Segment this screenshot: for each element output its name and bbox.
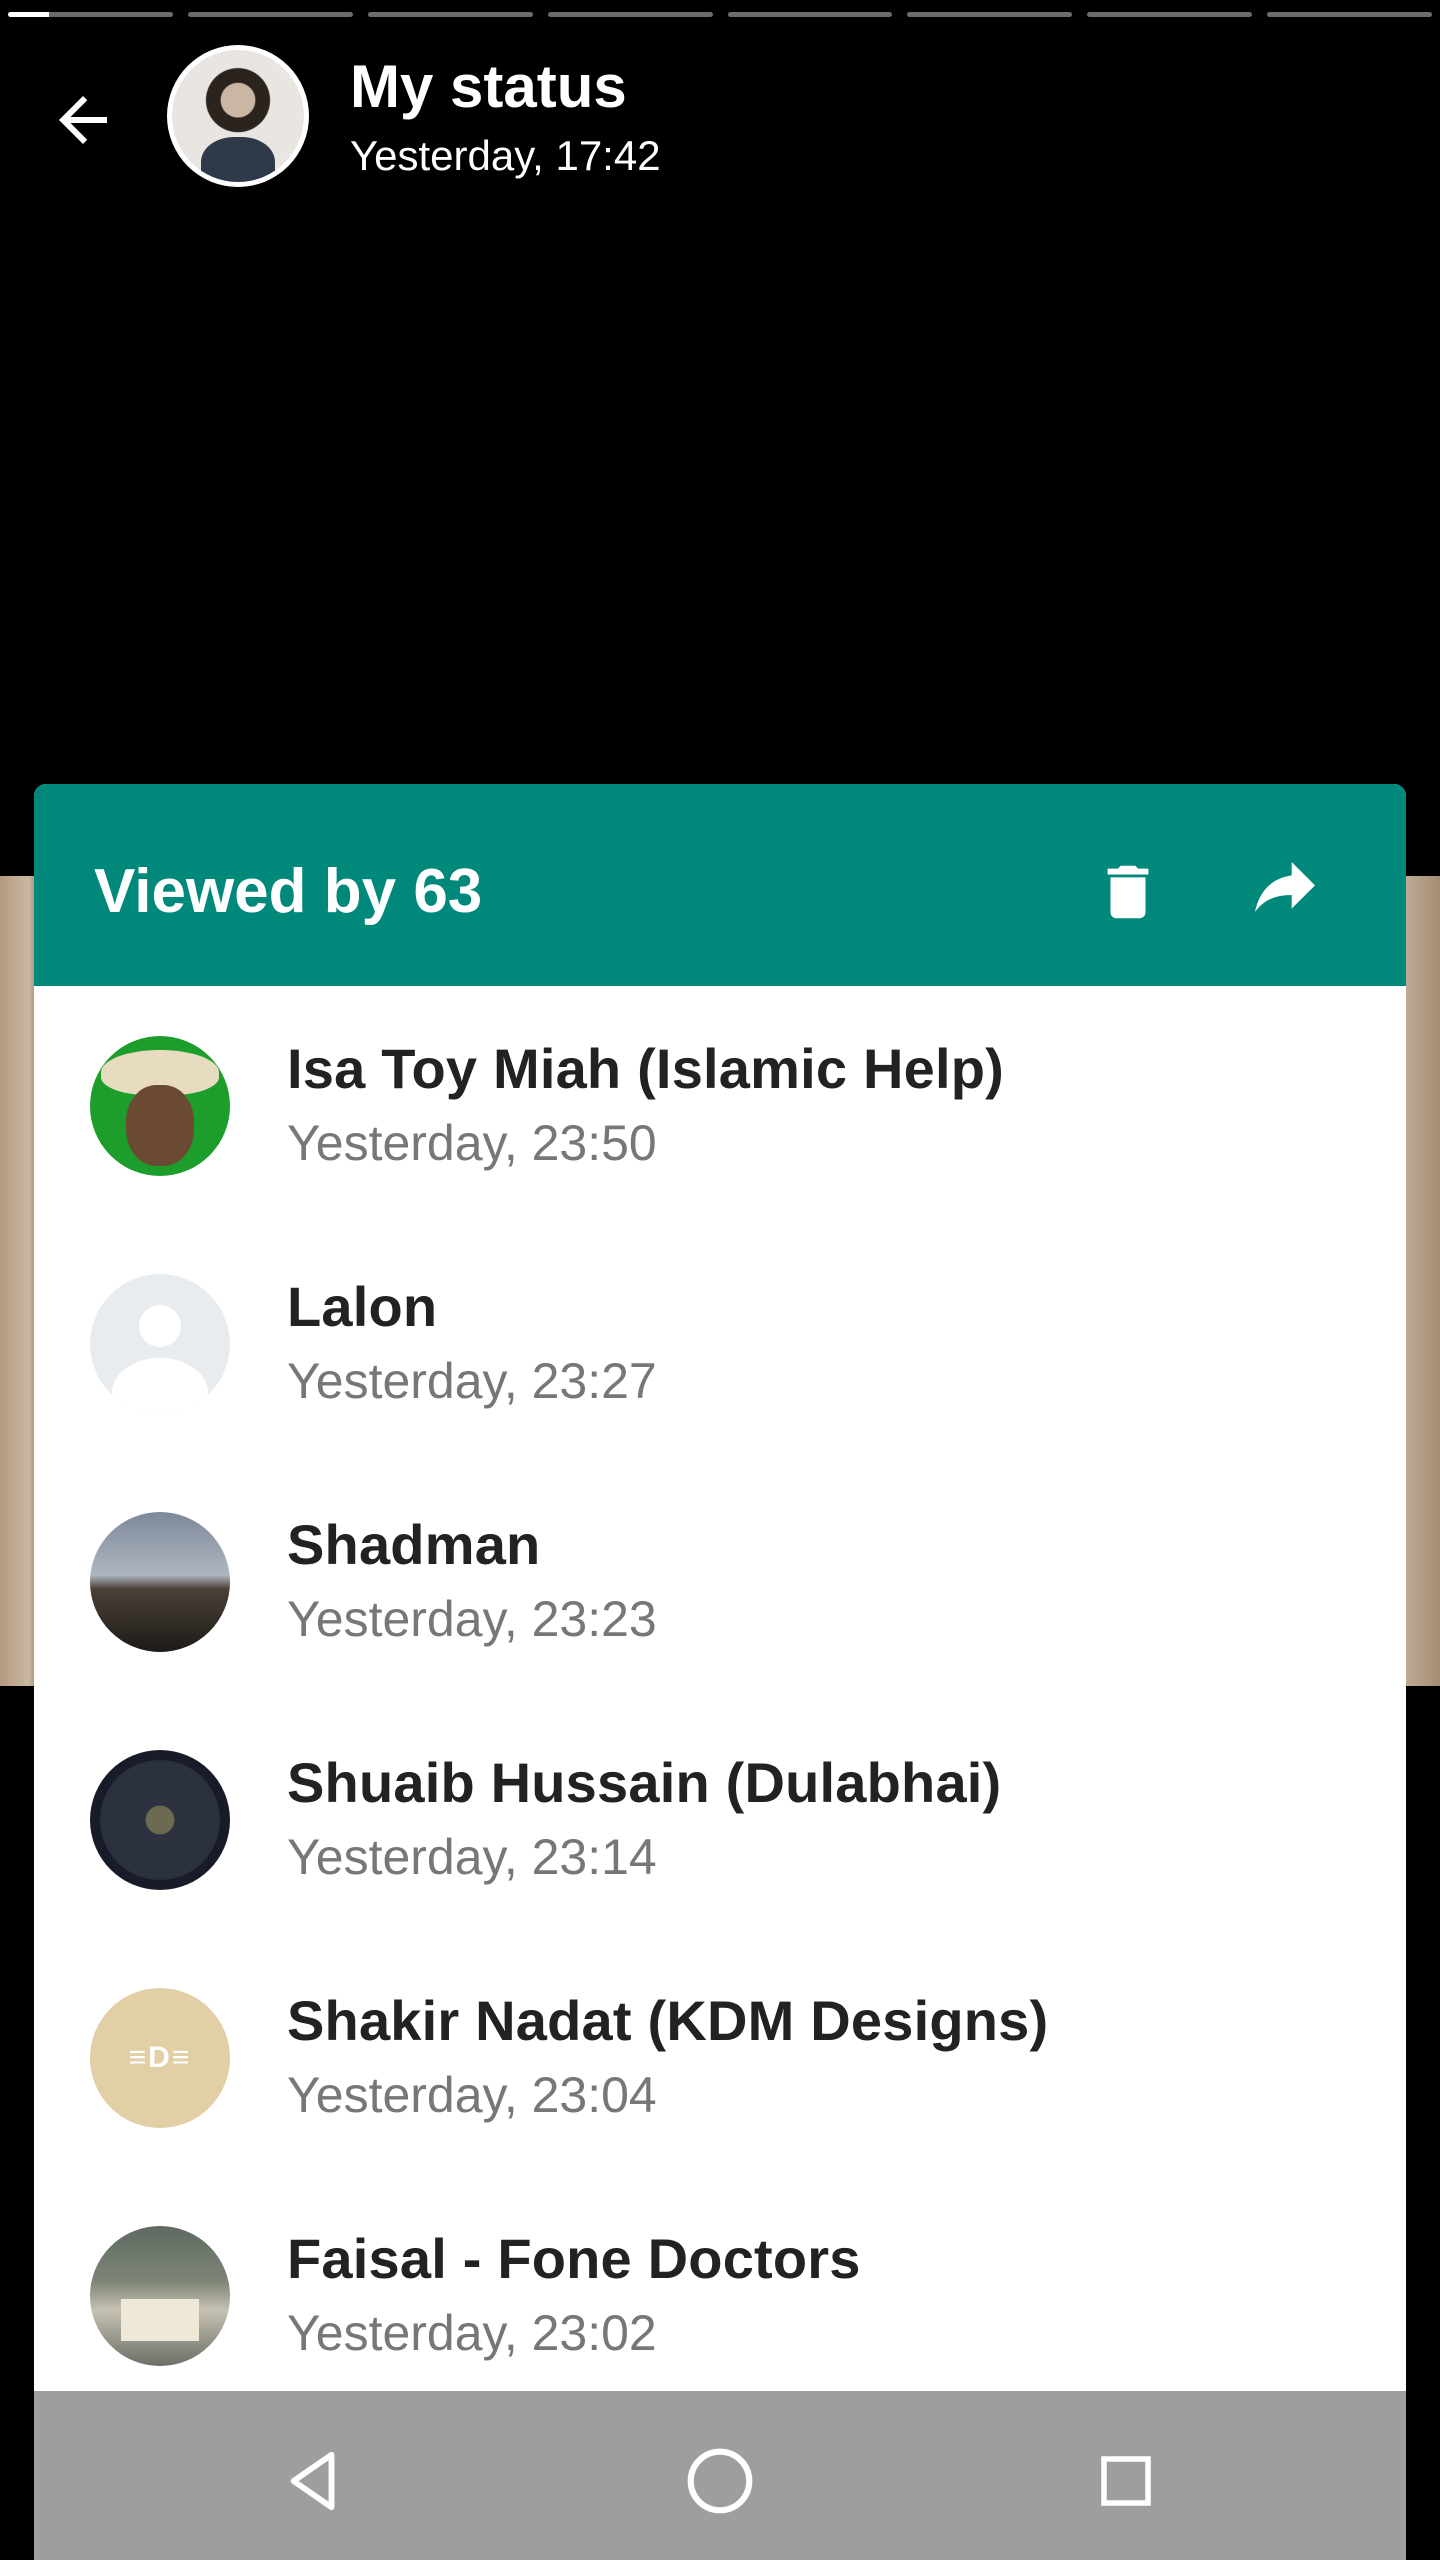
progress-segment	[907, 12, 1073, 17]
viewer-name: Shakir Nadat (KDM Designs)	[287, 1989, 1049, 2052]
progress-segment	[187, 12, 353, 17]
status-timestamp: Yesterday, 17:42	[350, 132, 661, 179]
progress-segment	[1087, 12, 1253, 17]
viewer-time: Yesterday, 23:04	[287, 2067, 657, 2123]
arrow-left-icon	[59, 96, 107, 144]
viewer-time: Yesterday, 23:27	[287, 1353, 657, 1409]
share-arrow-icon	[1255, 862, 1315, 912]
forward-button[interactable]	[1230, 844, 1340, 940]
nav-recents-button[interactable]	[1076, 2431, 1176, 2531]
default-avatar-icon	[90, 1274, 230, 1414]
avatar	[90, 1036, 230, 1176]
viewers-sheet: Viewed by 63 Isa Toy Miah (Islamic Help)…	[34, 784, 1406, 2391]
avatar: ≡D≡	[90, 1988, 230, 2128]
square-recents-icon	[1101, 2456, 1151, 2506]
viewers-list: Isa Toy Miah (Islamic Help) Yesterday, 2…	[34, 986, 1406, 2391]
avatar[interactable]	[167, 45, 309, 187]
progress-segment	[8, 12, 173, 17]
list-item[interactable]: Shuaib Hussain (Dulabhai) Yesterday, 23:…	[34, 1700, 1406, 1938]
progress-segment	[1267, 12, 1432, 17]
viewer-name: Faisal - Fone Doctors	[287, 2227, 861, 2290]
progress-segment-fill	[8, 12, 50, 17]
viewer-time: Yesterday, 23:14	[287, 1829, 657, 1885]
list-item[interactable]: Faisal - Fone Doctors Yesterday, 23:02	[34, 2176, 1406, 2391]
viewer-time: Yesterday, 23:02	[287, 2305, 657, 2361]
progress-segment	[547, 12, 713, 17]
viewers-sheet-header: Viewed by 63	[34, 784, 1406, 986]
viewers-count-title: Viewed by 63	[94, 857, 483, 926]
viewer-name: Lalon	[287, 1275, 438, 1338]
avatar	[90, 1750, 230, 1890]
system-nav-bar	[34, 2391, 1406, 2560]
status-header: My status Yesterday, 17:42	[0, 40, 1440, 190]
delete-button[interactable]	[1080, 844, 1176, 940]
back-button[interactable]	[38, 80, 128, 160]
list-item[interactable]: Shadman Yesterday, 23:23	[34, 1462, 1406, 1700]
page-title: My status	[350, 53, 627, 120]
viewer-name: Shuaib Hussain (Dulabhai)	[287, 1751, 1002, 1814]
nav-home-button[interactable]	[670, 2431, 770, 2531]
triangle-back-icon	[290, 2451, 335, 2511]
progress-segment	[727, 12, 893, 17]
progress-segment	[367, 12, 533, 17]
avatar	[90, 2226, 230, 2366]
viewer-name: Isa Toy Miah (Islamic Help)	[287, 1037, 1004, 1100]
viewer-name: Shadman	[287, 1513, 541, 1576]
nav-back-button[interactable]	[264, 2431, 364, 2531]
viewer-time: Yesterday, 23:50	[287, 1115, 657, 1171]
avatar	[90, 1512, 230, 1652]
status-progress-bar	[8, 12, 1432, 20]
logo-mark: ≡D≡	[128, 2041, 192, 2074]
viewer-time: Yesterday, 23:23	[287, 1591, 657, 1647]
list-item[interactable]: Lalon Yesterday, 23:27	[34, 1224, 1406, 1462]
list-item[interactable]: ≡D≡ Shakir Nadat (KDM Designs) Yesterday…	[34, 1938, 1406, 2176]
list-item[interactable]: Isa Toy Miah (Islamic Help) Yesterday, 2…	[34, 986, 1406, 1224]
circle-home-icon	[687, 2448, 753, 2514]
trash-icon	[1107, 865, 1149, 919]
